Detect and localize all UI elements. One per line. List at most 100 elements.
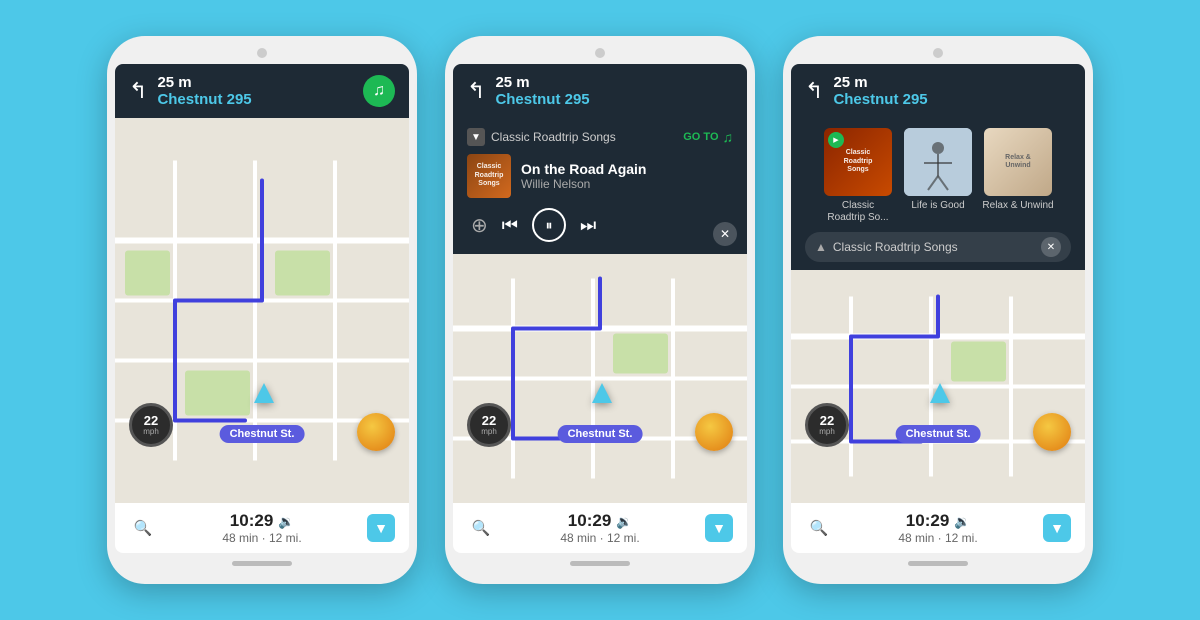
add-button[interactable]: ⊕	[471, 213, 488, 238]
album-text: ClassicRoadtripSongs	[824, 128, 892, 196]
nav-street: Chestnut 295	[495, 91, 589, 108]
next-button[interactable]: ⏭	[580, 215, 596, 236]
search-icon[interactable]: 🔍	[805, 514, 833, 542]
current-time: 10:29 🔉	[837, 511, 1039, 531]
home-bar[interactable]	[570, 561, 630, 566]
nav-distance: 25 m	[157, 74, 251, 91]
camera-dot	[933, 48, 943, 58]
album-label-life: Life is Good	[911, 200, 964, 212]
chevron-down-button[interactable]: ▼	[367, 514, 395, 542]
bottom-bar-3: 🔍 10:29 🔉 48 min · 12 mi. ▼	[791, 503, 1085, 553]
nav-distance: 25 m	[833, 74, 927, 91]
track-artist: Willie Nelson	[521, 177, 733, 191]
nav-cursor	[254, 383, 274, 403]
spotify-button[interactable]: ♫	[363, 75, 395, 107]
speed-unit: mph	[819, 427, 835, 436]
playlist-album-life[interactable]: Life is Good	[902, 128, 974, 224]
spotify-green-icon: ♫	[723, 129, 734, 145]
map-area-1: 22 mph Chestnut St.	[115, 118, 409, 503]
playlist-selector: ClassicRoadtripSongs Classic Roadtrip So…	[791, 118, 1085, 270]
phone-1: ↰ 25 m Chestnut 295 ♫	[107, 36, 417, 584]
album-art-classic: ClassicRoadtripSongs	[467, 154, 511, 198]
spotify-icon: ♫	[373, 82, 385, 100]
volume-icon: 🔉	[616, 514, 632, 529]
nav-cursor	[930, 383, 950, 403]
phone-screen-3: ↰ 25 m Chestnut 295 ClassicRoadtripSongs…	[791, 64, 1085, 553]
playlist-album-relax[interactable]: Relax &Unwind Relax & Unwind	[982, 128, 1054, 224]
playlist-albums: ClassicRoadtripSongs Classic Roadtrip So…	[805, 128, 1071, 224]
orange-button[interactable]	[1033, 413, 1071, 451]
play-pause-button[interactable]: ⏸	[532, 208, 566, 242]
prev-button[interactable]: ⏮	[502, 215, 518, 236]
playlist-bottom-text: Classic Roadtrip Songs	[833, 240, 1035, 254]
phone-screen-2: ↰ 25 m Chestnut 295 ▼ Classic Roadtrip S…	[453, 64, 747, 553]
track-info: On the Road Again Willie Nelson	[521, 161, 733, 191]
album-art-classic: ClassicRoadtripSongs	[824, 128, 892, 196]
album-text: Relax &Unwind	[984, 128, 1052, 196]
album-art-life	[904, 128, 972, 196]
bottom-bar-1: 🔍 10:29 🔉 48 min · 12 mi. ▼	[115, 503, 409, 553]
playlist-close-button[interactable]: ✕	[1041, 237, 1061, 257]
nav-header-1: ↰ 25 m Chestnut 295 ♫	[115, 64, 409, 118]
playlist-left: ▼ Classic Roadtrip Songs	[467, 128, 616, 146]
music-controls: ⊕ ⏮ ⏸ ⏭	[467, 208, 733, 242]
location-label: Chestnut St.	[220, 425, 305, 443]
goto-button[interactable]: GO TO ♫	[683, 129, 733, 145]
chevron-down-button[interactable]: ▼	[1043, 514, 1071, 542]
playlist-album-classic[interactable]: ClassicRoadtripSongs Classic Roadtrip So…	[822, 128, 894, 224]
playlist-icon: ▼	[467, 128, 485, 146]
time-info: 10:29 🔉 48 min · 12 mi.	[837, 511, 1039, 545]
home-bar[interactable]	[232, 561, 292, 566]
map-area-3: 22 mph Chestnut St.	[791, 270, 1085, 503]
turn-arrow-icon: ↰	[467, 78, 485, 104]
playlist-name: Classic Roadtrip Songs	[491, 130, 616, 144]
home-bar[interactable]	[908, 561, 968, 566]
phone-screen-1: ↰ 25 m Chestnut 295 ♫	[115, 64, 409, 553]
bottom-bar-2: 🔍 10:29 🔉 48 min · 12 mi. ▼	[453, 503, 747, 553]
current-time: 10:29 🔉	[499, 511, 701, 531]
nav-info: 25 m Chestnut 295	[157, 74, 251, 108]
life-art-svg	[904, 128, 972, 196]
speed-badge: 22 mph	[467, 403, 511, 447]
album-text: ClassicRoadtripSongs	[467, 154, 511, 198]
speed-number: 22	[144, 414, 158, 427]
nav-header-3: ↰ 25 m Chestnut 295	[791, 64, 1085, 118]
volume-icon: 🔉	[954, 514, 970, 529]
speed-unit: mph	[481, 427, 497, 436]
track-row: ClassicRoadtripSongs On the Road Again W…	[467, 154, 733, 198]
speed-unit: mph	[143, 427, 159, 436]
music-overlay: ▼ Classic Roadtrip Songs GO TO ♫ Classic…	[453, 118, 747, 254]
nav-info: 25 m Chestnut 295	[495, 74, 589, 108]
camera-dot	[257, 48, 267, 58]
nav-header-2: ↰ 25 m Chestnut 295	[453, 64, 747, 118]
track-title: On the Road Again	[521, 161, 733, 177]
trip-duration: 48 min · 12 mi.	[161, 531, 363, 545]
time-info: 10:29 🔉 48 min · 12 mi.	[499, 511, 701, 545]
playlist-bottom-icon: ▲	[815, 240, 827, 254]
phone-3: ↰ 25 m Chestnut 295 ClassicRoadtripSongs…	[783, 36, 1093, 584]
playlist-row: ▼ Classic Roadtrip Songs GO TO ♫	[467, 128, 733, 146]
orange-button[interactable]	[695, 413, 733, 451]
close-button[interactable]: ✕	[713, 222, 737, 246]
nav-street: Chestnut 295	[157, 91, 251, 108]
playlist-bottom-bar: ▲ Classic Roadtrip Songs ✕	[805, 232, 1071, 262]
speed-badge: 22 mph	[805, 403, 849, 447]
search-icon[interactable]: 🔍	[129, 514, 157, 542]
phone-2: ↰ 25 m Chestnut 295 ▼ Classic Roadtrip S…	[445, 36, 755, 584]
album-art-relax: Relax &Unwind	[984, 128, 1052, 196]
speed-badge: 22 mph	[129, 403, 173, 447]
search-icon[interactable]: 🔍	[467, 514, 495, 542]
map-svg-2	[453, 254, 747, 503]
location-label: Chestnut St.	[558, 425, 643, 443]
map-area-2: 22 mph Chestnut St.	[453, 254, 747, 503]
nav-street: Chestnut 295	[833, 91, 927, 108]
nav-distance: 25 m	[495, 74, 589, 91]
orange-button[interactable]	[357, 413, 395, 451]
nav-info: 25 m Chestnut 295	[833, 74, 927, 108]
album-label-relax: Relax & Unwind	[982, 200, 1053, 212]
speed-number: 22	[482, 414, 496, 427]
chevron-down-button[interactable]: ▼	[705, 514, 733, 542]
album-label-classic: Classic Roadtrip So...	[822, 200, 894, 224]
trip-duration: 48 min · 12 mi.	[837, 531, 1039, 545]
turn-arrow-icon: ↰	[129, 78, 147, 104]
